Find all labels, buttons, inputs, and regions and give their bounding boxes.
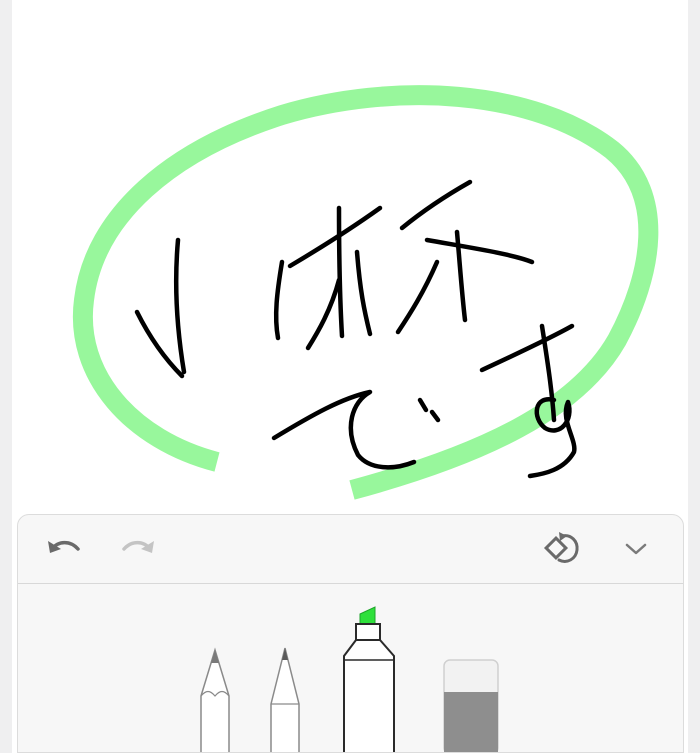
undo-button[interactable] <box>42 527 86 571</box>
drawing-toolbar <box>17 514 684 753</box>
collapse-toolbar-button[interactable] <box>614 527 658 571</box>
undo-arrow-icon <box>44 535 84 563</box>
pen-icon <box>268 644 302 752</box>
marker-tool[interactable] <box>342 604 396 752</box>
pencil-icon <box>198 644 232 752</box>
lasso-button[interactable] <box>540 527 584 571</box>
redo-button[interactable] <box>116 527 160 571</box>
lasso-rotate-icon <box>542 529 582 569</box>
tool-picker <box>18 584 683 752</box>
pen-tool[interactable] <box>268 644 302 752</box>
chevron-down-icon <box>622 539 650 559</box>
pencil-tool[interactable] <box>198 644 232 752</box>
notes-page <box>12 0 688 753</box>
marker-icon <box>342 604 396 752</box>
eraser-icon <box>442 658 500 752</box>
redo-arrow-icon <box>118 535 158 563</box>
toolbar-action-row <box>18 515 683 584</box>
drawing-canvas[interactable] <box>12 0 688 520</box>
highlighter-stroke <box>72 85 659 500</box>
eraser-tool[interactable] <box>442 658 500 752</box>
